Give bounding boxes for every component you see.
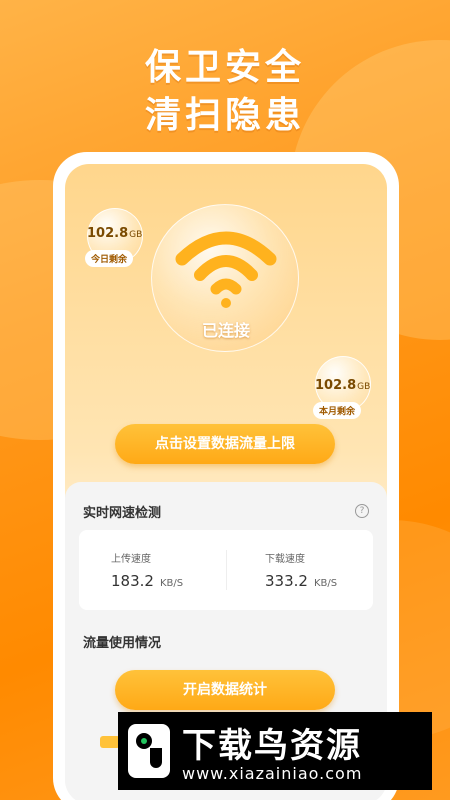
- app-screen: 102.8GB 今日剩余 已连接 102.8GB 本月剩余 点击设置数据流量上限…: [65, 164, 387, 800]
- headline-line-2: 清扫隐患: [144, 95, 305, 136]
- headline-line-1: 保卫安全: [144, 47, 305, 88]
- watermark-title: 下载鸟资源: [182, 726, 362, 766]
- watermark-banner: 下载鸟资源 www.xiazainiao.com: [118, 712, 432, 790]
- month-remaining-label: 本月剩余: [313, 402, 362, 419]
- today-remaining-label: 今日剩余: [85, 250, 134, 267]
- usage-section-title: 流量使用情况: [83, 636, 162, 651]
- download-speed-label: 下载速度: [265, 554, 305, 565]
- month-remaining-value: 102.8GB: [315, 378, 371, 393]
- wifi-status-bubble[interactable]: 已连接: [151, 204, 299, 352]
- today-remaining-value: 102.8GB: [87, 226, 143, 241]
- question-circle-icon[interactable]: ?: [355, 504, 369, 518]
- speed-card: 上传速度 183.2 KB/S 下载速度 333.2 KB/S: [79, 530, 373, 610]
- enable-stats-button[interactable]: 开启数据统计: [115, 670, 335, 710]
- watermark-url: www.xiazainiao.com: [182, 764, 363, 783]
- upload-speed-label: 上传速度: [111, 554, 151, 565]
- bird-logo-icon: [128, 724, 170, 778]
- download-speed-value: 333.2 KB/S: [265, 572, 338, 590]
- speed-divider: [226, 550, 227, 590]
- wifi-icon: [175, 231, 277, 308]
- upload-speed-value: 183.2 KB/S: [111, 572, 184, 590]
- connection-status: 已连接: [201, 321, 250, 340]
- phone-frame: 102.8GB 今日剩余 已连接 102.8GB 本月剩余 点击设置数据流量上限…: [53, 152, 399, 800]
- card-tab: [100, 736, 120, 748]
- speed-section-title: 实时网速检测: [83, 506, 162, 521]
- set-data-limit-button[interactable]: 点击设置数据流量上限: [115, 424, 335, 464]
